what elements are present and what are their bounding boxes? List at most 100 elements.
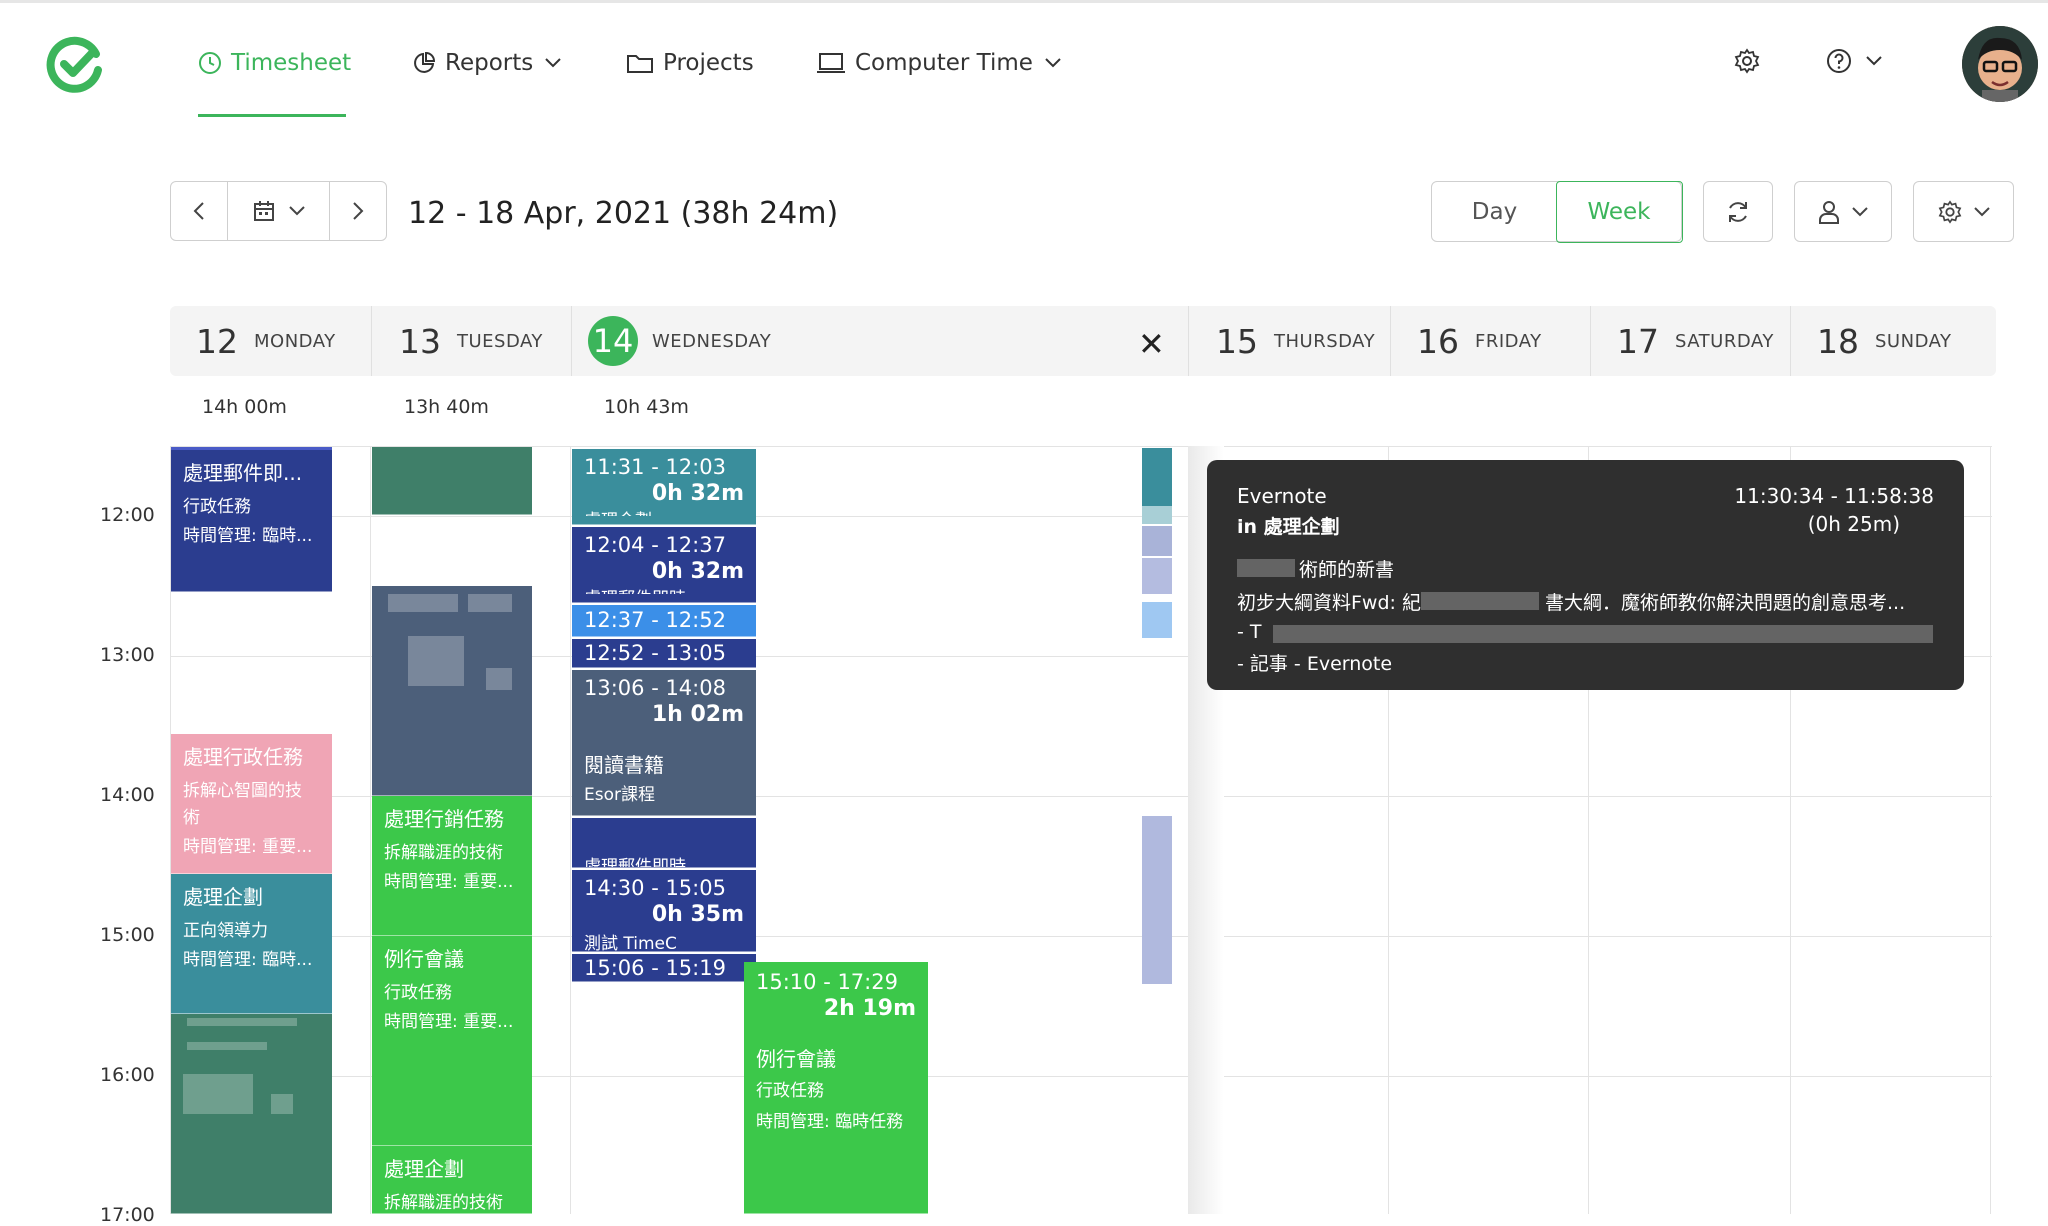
day-gridline	[1990, 446, 1991, 1214]
day-total-wednesday: 10h 43m	[604, 396, 689, 418]
day-header-wednesday[interactable]: 14 WEDNESDAY	[571, 306, 771, 376]
event-time: 15:10 - 17:29	[756, 970, 898, 994]
event-block[interactable]: 12:04 - 12:37 0h 32m 處理郵件即時	[572, 527, 756, 603]
event-block[interactable]: 15:10 - 17:29 2h 19m 例行會議 行政任務 時間管理: 臨時任…	[744, 962, 928, 1214]
day-number: 13	[399, 321, 441, 361]
event-project: 拆解職涯的技術	[384, 1193, 503, 1213]
event-time: 12:04 - 12:37	[584, 533, 726, 557]
event-title: 處理企劃	[384, 1157, 464, 1181]
day-header-friday[interactable]: 16 FRIDAY	[1390, 306, 1542, 376]
event-title-cut: 測試 TimeC	[584, 934, 677, 952]
next-week-button[interactable]	[328, 182, 386, 240]
nav-computer-time[interactable]: Computer Time	[816, 46, 1061, 80]
activity-bar[interactable]	[1142, 602, 1172, 638]
laptop-icon	[817, 53, 845, 73]
pie-chart-icon	[414, 51, 436, 73]
day-header-thursday[interactable]: 15 THURSDAY	[1188, 306, 1375, 376]
event-block-redacted[interactable]	[372, 586, 532, 796]
event-project: 拆解心智圖的技	[183, 781, 302, 801]
nav-reports[interactable]: Reports	[412, 46, 561, 80]
clock-icon	[199, 52, 221, 74]
day-header-tuesday[interactable]: 13 TUESDAY	[371, 306, 543, 376]
day-header-saturday[interactable]: 17 SATURDAY	[1590, 306, 1774, 376]
gear-icon	[1734, 48, 1760, 74]
activity-tooltip: Evernote 11:30:34 - 11:58:38 in 處理企劃 (0h…	[1207, 460, 1964, 690]
tooltip-line1: 術師的新書	[1299, 559, 1395, 581]
activity-bar[interactable]	[1142, 558, 1172, 594]
event-block[interactable]: 12:37 - 12:52	[572, 605, 756, 637]
tooltip-duration: (0h 25m)	[1807, 512, 1900, 536]
day-header-monday[interactable]: 12 MONDAY	[196, 306, 336, 376]
user-filter-button[interactable]	[1794, 181, 1892, 242]
settings-button[interactable]	[1734, 48, 1760, 74]
activity-bar[interactable]	[1142, 816, 1172, 984]
event-duration: 2h 19m	[823, 996, 916, 1021]
day-number: 16	[1417, 321, 1459, 361]
refresh-button[interactable]	[1703, 181, 1773, 242]
user-avatar[interactable]	[1962, 26, 2038, 102]
activity-bar[interactable]	[1142, 506, 1172, 524]
event-project: 行政任務	[183, 497, 251, 517]
day-header-sunday[interactable]: 18 SUNDAY	[1790, 306, 1952, 376]
chevron-down-icon	[1866, 56, 1882, 66]
user-icon	[1819, 200, 1839, 224]
event-block[interactable]: 12:52 - 13:05	[572, 639, 756, 668]
chevron-down-icon	[545, 58, 561, 68]
event-block-redacted[interactable]	[171, 1014, 332, 1214]
day-number: 12	[196, 321, 238, 361]
app-logo-icon[interactable]	[44, 34, 106, 96]
event-time: 12:37 - 12:52	[584, 608, 726, 632]
event-title: 處理行銷任務	[384, 807, 504, 831]
event-time: 15:06 - 15:19	[584, 956, 726, 980]
day-number: 17	[1617, 321, 1659, 361]
help-button[interactable]	[1826, 48, 1882, 74]
redacted-text	[187, 1042, 267, 1050]
event-block[interactable]: 處理郵件即時	[572, 818, 756, 868]
prev-week-button[interactable]	[171, 182, 227, 240]
view-week-button[interactable]: Week	[1555, 180, 1683, 243]
event-time: 11:31 - 12:03	[584, 455, 726, 479]
event-block[interactable]: 14:30 - 15:05 0h 35m 測試 TimeC	[572, 870, 756, 952]
event-block[interactable]: 11:31 - 12:03 0h 32m 處理企劃	[572, 449, 756, 525]
redacted-text	[486, 668, 512, 690]
event-block[interactable]: 處理企劃 拆解職涯的技術	[372, 1146, 532, 1214]
redacted-text	[183, 1074, 253, 1114]
event-tag: 時間管理: 臨時...	[183, 950, 313, 970]
redacted-text	[271, 1094, 293, 1114]
event-block[interactable]: 13:06 - 14:08 1h 02m 閱讀書籍 Esor課程	[572, 670, 756, 816]
calendar-settings-button[interactable]	[1913, 181, 2014, 242]
event-title-cut: 處理郵件即時	[584, 857, 686, 868]
day-name: SATURDAY	[1675, 330, 1774, 352]
event-block[interactable]	[372, 447, 532, 515]
event-block[interactable]: 處理企劃 正向領導力 時間管理: 臨時...	[171, 874, 332, 1014]
hour-label: 16:00	[100, 1064, 155, 1086]
calendar-picker-button[interactable]	[227, 182, 328, 240]
event-tag: 時間管理: 重要...	[183, 837, 313, 857]
day-gridline	[570, 446, 571, 1214]
event-title: 閱讀書籍	[584, 753, 664, 777]
chevron-down-icon	[1045, 58, 1061, 68]
event-block[interactable]: 處理郵件即... 行政任務 時間管理: 臨時...	[171, 447, 332, 592]
event-block[interactable]: 處理行政任務 拆解心智圖的技 術 時間管理: 重要...	[171, 734, 332, 874]
event-block[interactable]: 15:06 - 15:19	[572, 954, 756, 982]
event-project-wrap: 術	[183, 808, 200, 828]
event-title: 例行會議	[756, 1047, 836, 1071]
hour-label: 14:00	[100, 784, 155, 806]
view-day-button[interactable]: Day	[1432, 182, 1557, 241]
event-block[interactable]: 例行會議 行政任務 時間管理: 重要...	[372, 936, 532, 1146]
event-title: 處理行政任務	[183, 745, 303, 769]
tooltip-project: in 處理企劃	[1237, 516, 1340, 538]
tooltip-window-title: 初步大綱資料Fwd: 紀 書大綱．魔術師教你解決問題的創意思考...	[1237, 588, 1934, 615]
tooltip-line4: - 記事 - Evernote	[1237, 653, 1393, 675]
nav-timesheet[interactable]: Timesheet	[198, 46, 351, 80]
nav-projects[interactable]: Projects	[626, 46, 754, 80]
redacted-text	[1273, 625, 1933, 643]
event-time: 12:52 - 13:05	[584, 641, 726, 665]
event-tag: 時間管理: 重要...	[384, 1012, 514, 1032]
activity-bar[interactable]	[1142, 448, 1172, 506]
event-block[interactable]: 處理行銷任務 拆解職涯的技術 時間管理: 重要...	[372, 796, 532, 936]
close-day-icon[interactable]: ✕	[1138, 325, 1165, 363]
event-project: 行政任務	[384, 983, 452, 1003]
activity-bar[interactable]	[1142, 526, 1172, 556]
day-name: WEDNESDAY	[652, 330, 772, 352]
